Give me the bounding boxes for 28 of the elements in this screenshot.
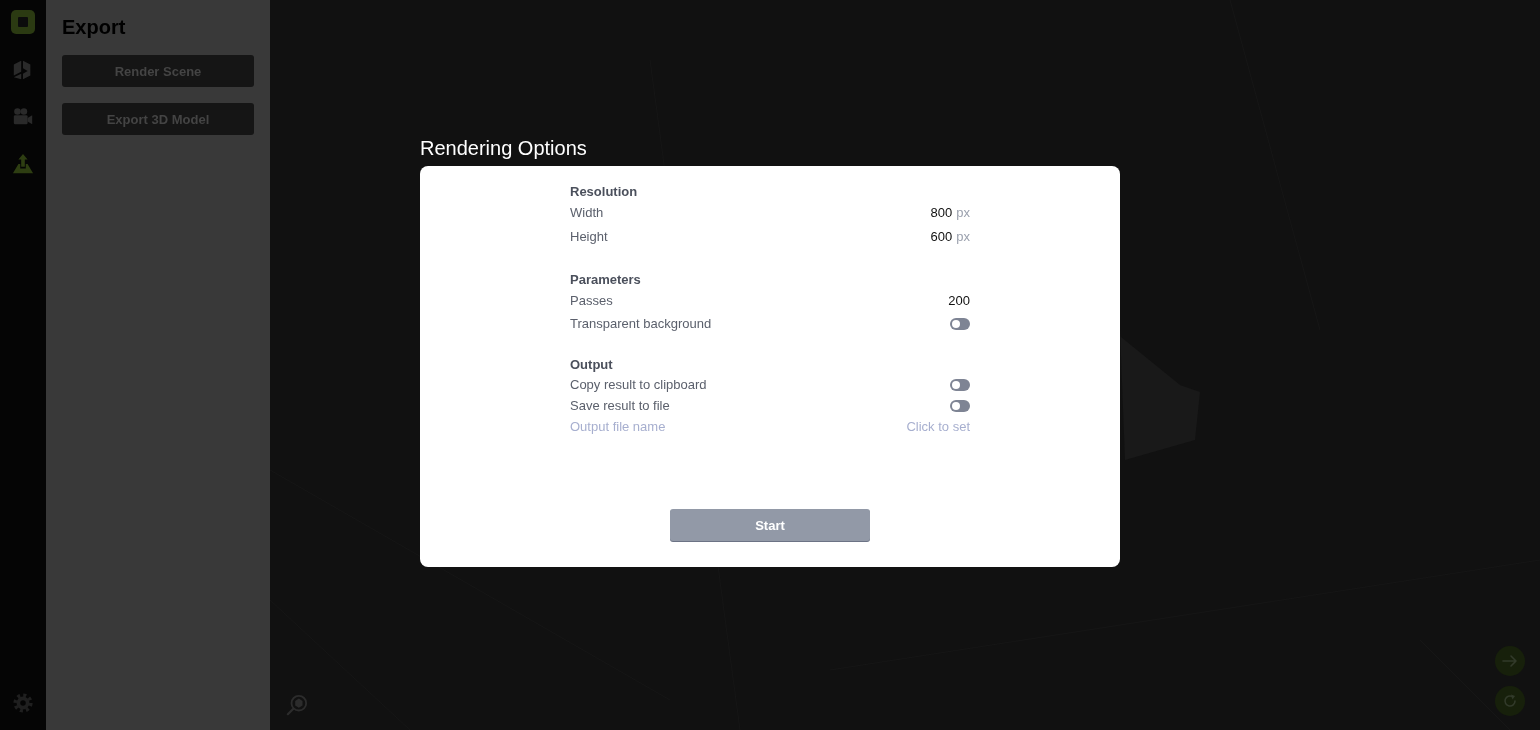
option-label: Save result to file xyxy=(570,397,670,414)
number-value[interactable]: 600 xyxy=(930,229,953,245)
option-label: Width xyxy=(570,205,604,221)
section-heading: Parameters xyxy=(570,271,642,289)
option-label: Height xyxy=(570,229,608,245)
section-heading: Resolution xyxy=(570,183,639,201)
refresh-button[interactable] xyxy=(1495,686,1525,716)
arrow-icon xyxy=(1502,653,1518,669)
option-label: Passes xyxy=(570,293,613,309)
panel-title: Export xyxy=(62,16,126,38)
refresh-icon xyxy=(1502,693,1518,709)
section-heading: Output xyxy=(570,356,614,374)
magnifier-icon[interactable] xyxy=(286,694,308,716)
next-button[interactable] xyxy=(1495,646,1525,676)
unit-label: px xyxy=(956,229,970,245)
number-value[interactable]: 200 xyxy=(948,293,970,309)
dialog-title: Rendering Options xyxy=(420,136,587,160)
logo-icon xyxy=(11,10,35,34)
option-label: Output file name xyxy=(570,418,666,435)
toggle-switch[interactable] xyxy=(950,399,970,412)
settings-icon[interactable] xyxy=(12,692,34,714)
number-value[interactable]: 800 xyxy=(930,205,953,221)
upload-icon[interactable] xyxy=(12,153,34,175)
toggle-switch[interactable] xyxy=(950,378,970,391)
option-label: Copy result to clipboard xyxy=(570,376,707,393)
unit-label: px xyxy=(956,205,970,221)
toggle-switch[interactable] xyxy=(950,317,970,330)
option-label: Transparent background xyxy=(570,315,712,332)
